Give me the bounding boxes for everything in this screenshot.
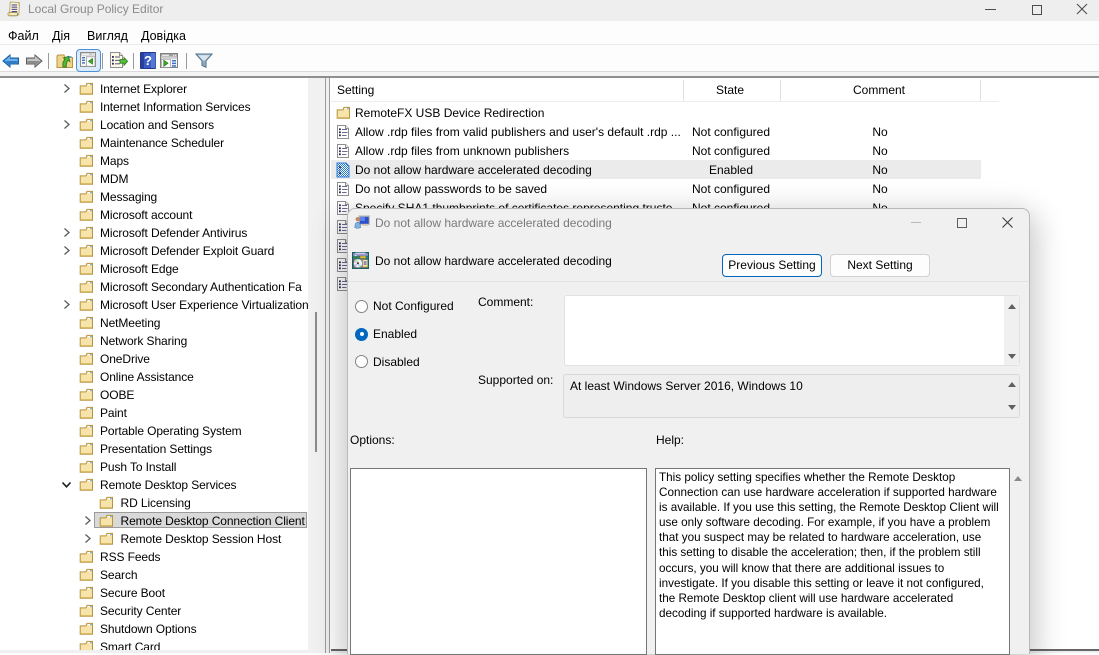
svg-text:?: ? xyxy=(144,53,152,68)
